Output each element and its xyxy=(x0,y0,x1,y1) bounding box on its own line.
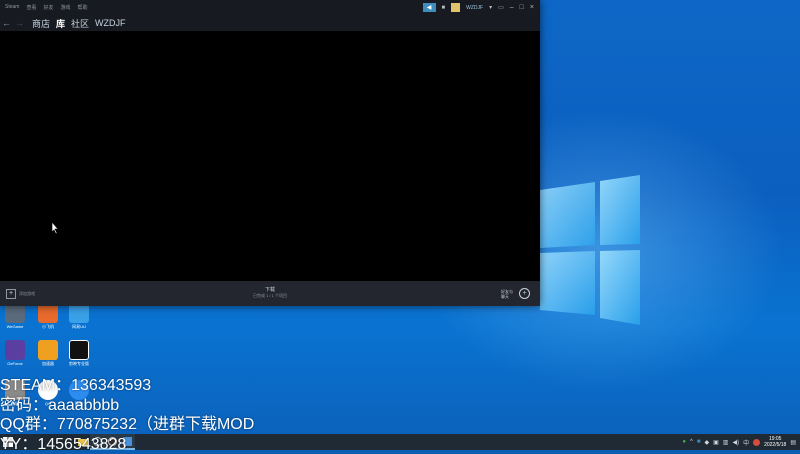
overlay-yy-id: YY：1456543828 xyxy=(0,436,127,453)
downloads-subtitle: 已完成 1 / 1 个项目 xyxy=(252,293,287,298)
friends-chat-button[interactable]: 好友与聊天 + xyxy=(501,288,530,299)
steam-content-area xyxy=(0,31,540,281)
app-icon xyxy=(38,340,58,360)
steam-bottom-bar: + 添加游戏 下载 已完成 1 / 1 个项目 好友与聊天 + xyxy=(0,281,540,306)
tray-app-icon[interactable] xyxy=(753,438,761,446)
steam-titlebar[interactable]: Steam 查看 好友 游戏 帮助 ◀ ■ WZDJF ▾ ▭ – □ × xyxy=(0,0,540,15)
downloads-title: 下载 xyxy=(264,287,275,293)
menu-item-help[interactable]: 帮助 xyxy=(78,4,88,11)
nav-community[interactable]: 社区 xyxy=(71,17,89,30)
desktop-icon[interactable]: 剪映专业版 xyxy=(64,340,94,367)
desktop-icon-label: 小飞机 xyxy=(42,324,54,329)
notification-center-icon[interactable]: ▤ xyxy=(790,439,796,446)
mouse-cursor-icon xyxy=(51,222,59,234)
network-icon[interactable]: ▥ xyxy=(723,439,729,446)
clock-date: 2022/5/18 xyxy=(764,442,787,448)
friends-chat-label: 好友与聊天 xyxy=(501,288,513,299)
tray-app-icon[interactable]: ▣ xyxy=(713,439,719,446)
close-icon[interactable]: × xyxy=(530,4,534,11)
notification-icon[interactable]: ■ xyxy=(442,5,446,11)
nav-library[interactable]: 库 xyxy=(56,17,65,30)
add-friend-icon: + xyxy=(519,288,530,299)
back-arrow-icon[interactable]: ← xyxy=(0,18,13,28)
steam-menu-bar: Steam 查看 好友 游戏 帮助 xyxy=(5,4,88,11)
desktop-icon-label: GeForce xyxy=(7,361,23,366)
add-game-label: 添加游戏 xyxy=(19,291,35,296)
clock[interactable]: 19:05 2022/5/18 xyxy=(764,436,786,448)
tray-app-icon[interactable]: ◆ xyxy=(704,439,709,446)
desktop-icon[interactable]: WeGame xyxy=(0,303,30,329)
menu-item-games[interactable]: 游戏 xyxy=(60,4,70,11)
plus-icon: + xyxy=(6,289,16,299)
broadcast-button[interactable]: ◀ xyxy=(422,3,436,12)
menu-item-view[interactable]: 查看 xyxy=(26,4,36,11)
nav-profile[interactable]: WZDJF xyxy=(95,18,126,28)
app-icon xyxy=(5,303,25,323)
menu-item-steam[interactable]: Steam xyxy=(5,4,19,11)
desktop-icon-label: 网易UU xyxy=(72,324,86,329)
desktop-icon-label: 剪映专业版 xyxy=(69,361,89,366)
broadcast-icon: ◀ xyxy=(426,5,432,11)
username-label[interactable]: WZDJF xyxy=(466,5,483,11)
chevron-down-icon[interactable]: ▾ xyxy=(489,4,492,11)
desktop-icon-label: WeGame xyxy=(6,324,24,329)
speaker-icon[interactable]: ◀) xyxy=(732,439,739,446)
tray-app-icon[interactable]: ● xyxy=(682,439,686,445)
windows-logo-wallpaper xyxy=(540,175,640,325)
nav-store[interactable]: 商店 xyxy=(32,17,50,30)
forward-arrow-icon[interactable]: → xyxy=(13,18,26,28)
input-method-icon[interactable]: 中 xyxy=(743,438,749,447)
titlebar-controls: ◀ ■ WZDJF ▾ ▭ – □ × xyxy=(422,3,534,12)
app-icon xyxy=(5,340,25,360)
add-game-button[interactable]: + 添加游戏 xyxy=(6,289,35,299)
downloads-status[interactable]: 下载 已完成 1 / 1 个项目 xyxy=(240,286,300,299)
desktop-icon[interactable]: GeForce xyxy=(0,340,30,366)
steam-window[interactable]: Steam 查看 好友 游戏 帮助 ◀ ■ WZDJF ▾ ▭ – □ × ← … xyxy=(0,0,540,306)
avatar[interactable] xyxy=(451,3,461,12)
minimize-icon[interactable]: – xyxy=(510,4,514,11)
desktop-icon[interactable]: 小飞机 xyxy=(33,303,63,330)
menu-item-friends[interactable]: 好友 xyxy=(43,4,53,11)
app-icon xyxy=(69,303,89,323)
app-icon xyxy=(38,303,58,323)
maximize-icon[interactable]: □ xyxy=(520,4,524,11)
big-picture-icon[interactable]: ▭ xyxy=(498,4,504,11)
steam-navbar: ← → 商店 库 社区 WZDJF xyxy=(0,15,540,31)
desktop-icon[interactable]: 网易UU xyxy=(64,303,94,330)
desktop-icon-label: 加速器 xyxy=(42,361,54,366)
app-icon xyxy=(69,340,89,360)
tray-app-icon[interactable]: ■ xyxy=(697,439,701,445)
system-tray: ● ^ ■ ◆ ▣ ▥ ◀) 中 19:05 2022/5/18 ▤ xyxy=(682,434,796,450)
chevron-up-icon[interactable]: ^ xyxy=(690,439,693,445)
desktop-icon[interactable]: 加速器 xyxy=(33,340,63,367)
